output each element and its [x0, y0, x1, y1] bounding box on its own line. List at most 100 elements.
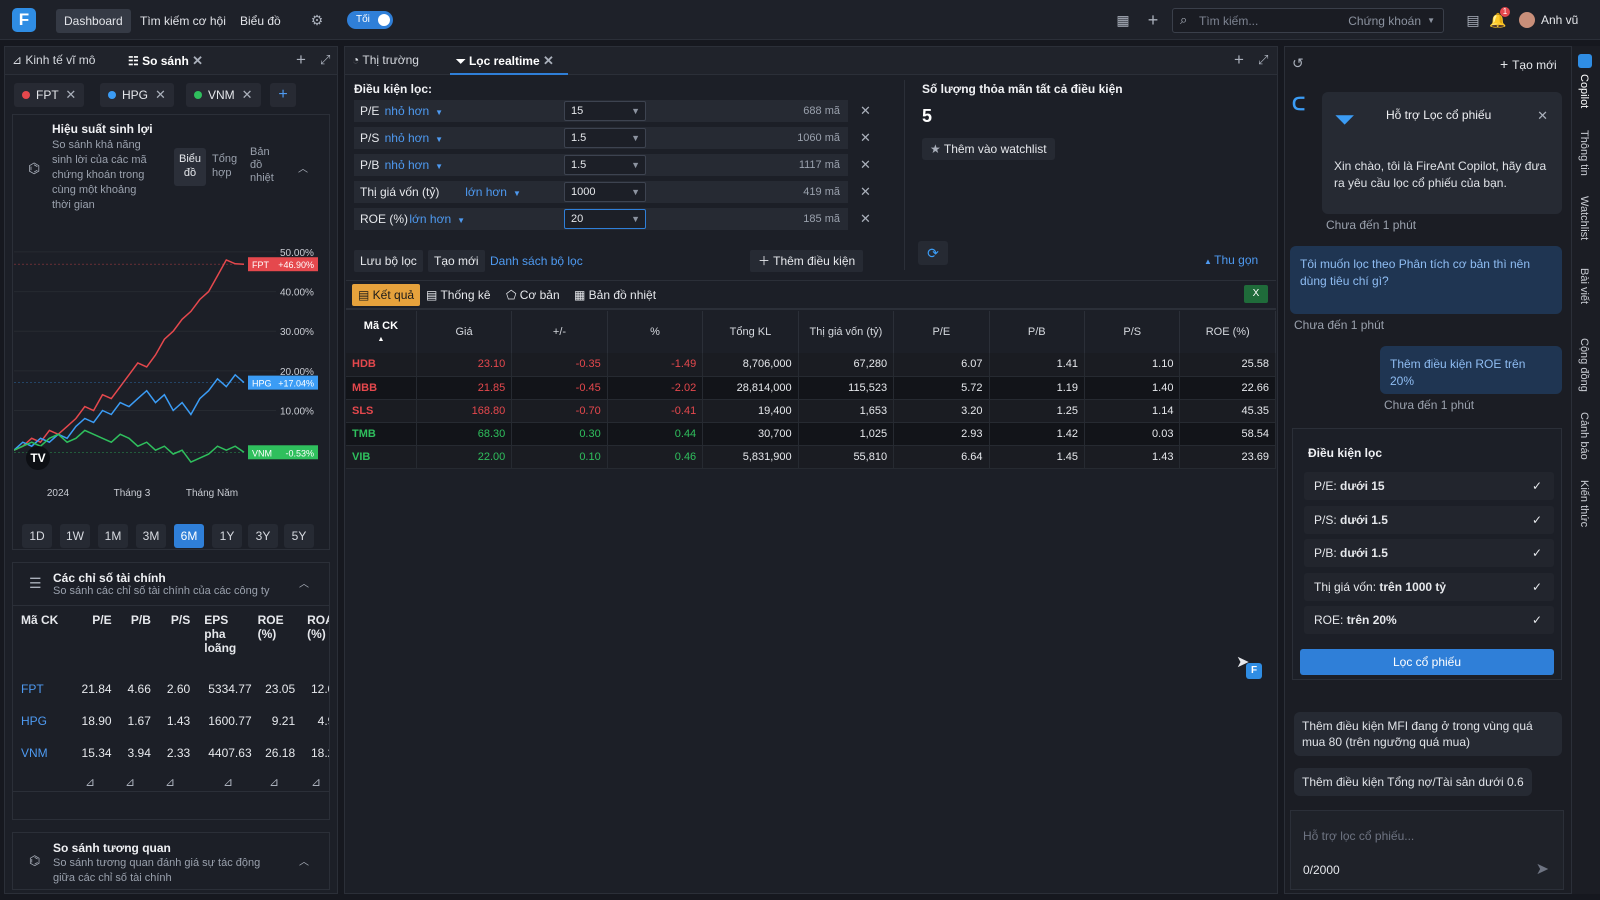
add-tab-icon[interactable]: + [296, 50, 306, 70]
col-header[interactable]: P/E [893, 311, 990, 353]
timeframe-6m[interactable]: 6M [174, 524, 204, 548]
new-chat-button[interactable]: + Tạo mới [1500, 56, 1557, 72]
col-header[interactable]: Tổng KL [702, 311, 799, 353]
view-heatmap-button[interactable]: Bản đồ nhiệt [250, 146, 280, 185]
chevron-up-icon[interactable]: ︿ [298, 160, 308, 175]
view-summary-button[interactable]: Tổng hợp [212, 152, 242, 180]
col-header[interactable]: P/S [1084, 311, 1181, 353]
remove-condition-icon[interactable]: ✕ [860, 211, 871, 227]
filter-stocks-button[interactable]: Lọc cổ phiếu [1300, 649, 1554, 675]
refresh-icon[interactable]: ⟳ [918, 241, 948, 265]
mini-chart-icon[interactable]: ⊿ [269, 775, 279, 789]
copilot-side-icon[interactable] [1578, 54, 1592, 68]
condition-operator[interactable]: nhỏ hơn ▼ [385, 158, 444, 172]
symbol-chip-fpt[interactable]: FPT ✕ [14, 83, 85, 107]
close-icon[interactable]: ✕ [151, 87, 166, 102]
table-row[interactable]: HDB 23.10 -0.35 -1.49 8,706,000 67,280 6.07 1.4… [346, 353, 1276, 377]
symbol-cell[interactable]: TMB [346, 422, 417, 446]
timeframe-1w[interactable]: 1W [60, 524, 90, 548]
close-icon[interactable]: ✕ [543, 53, 554, 68]
timeframe-3m[interactable]: 3M [136, 524, 166, 548]
mini-chart-icon[interactable]: ⊿ [125, 775, 135, 789]
export-excel-icon[interactable]: X [1244, 285, 1268, 303]
tab-realtime-filter[interactable]: ⏷ Lọc realtime ✕ [456, 53, 554, 69]
gear-icon[interactable]: ⚙ [304, 7, 330, 33]
condition-value-input[interactable]: 1000 ▼ [564, 182, 646, 202]
view-chart-button[interactable]: Biểu đồ [174, 148, 206, 186]
side-tab-alerts[interactable]: Cảnh báo [1578, 412, 1590, 460]
table-row[interactable]: TMB 68.30 0.30 0.44 30,700 1,025 2.93 1.42 0.03 5… [346, 422, 1276, 446]
condition-value-input[interactable]: 1.5 ▼ [564, 155, 646, 175]
close-icon[interactable]: ✕ [238, 87, 253, 102]
side-tab-articles[interactable]: Bài viết [1578, 268, 1590, 304]
add-condition-button[interactable]: ＋ Thêm điều kiện [750, 250, 864, 272]
col-header[interactable]: +/- [511, 311, 608, 353]
tab-market[interactable]: ◔ Thị trường [352, 53, 419, 67]
tab-compare[interactable]: ☷ So sánh ✕ [128, 53, 203, 69]
add-tab-icon[interactable]: + [1234, 50, 1244, 70]
close-icon[interactable]: ✕ [192, 53, 203, 68]
grid-layout-icon[interactable]: ▦ [1110, 7, 1136, 33]
add-watchlist-button[interactable]: ★ Thêm vào watchlist [922, 138, 1055, 160]
condition-operator[interactable]: lớn hơn ▼ [409, 212, 465, 226]
side-tab-knowledge[interactable]: Kiến thức [1578, 480, 1590, 527]
chat-input-box[interactable]: Hỗ trợ lọc cổ phiếu... 0/2000 ➤ [1290, 810, 1564, 890]
symbol-chip-hpg[interactable]: HPG ✕ [100, 83, 174, 107]
col-header[interactable]: Thị giá vốn (tỷ) [798, 311, 895, 353]
symbol-cell[interactable]: VIB [346, 445, 417, 469]
condition-operator[interactable]: nhỏ hơn ▼ [385, 131, 444, 145]
condition-operator[interactable]: nhỏ hơn ▼ [385, 104, 444, 118]
remove-condition-icon[interactable]: ✕ [860, 184, 871, 200]
add-symbol-button[interactable]: + [270, 83, 296, 107]
chevron-up-icon[interactable]: ︿ [299, 853, 309, 868]
expand-icon[interactable]: ⤢ [1258, 52, 1268, 68]
symbol-cell[interactable]: VNM [21, 737, 68, 769]
side-tab-community[interactable]: Cộng đồng [1578, 338, 1590, 392]
suggestion-chip[interactable]: Thêm điều kiện Tổng nợ/Tài sản dưới 0.6 [1294, 768, 1532, 796]
suggestion-chip[interactable]: Thêm điều kiện MFI đang ở trong vùng quá… [1294, 712, 1562, 756]
col-header[interactable]: Mã CK ▲ [346, 311, 417, 353]
timeframe-1m[interactable]: 1M [98, 524, 128, 548]
tab-fundamentals[interactable]: ⬠ Cơ bản [506, 288, 560, 302]
condition-value-input[interactable]: 15 ▼ [564, 101, 646, 121]
mini-chart-icon[interactable]: ⊿ [85, 775, 95, 789]
remove-condition-icon[interactable]: ✕ [860, 103, 871, 119]
mini-chart-icon[interactable]: ⊿ [223, 775, 233, 789]
side-tab-copilot[interactable]: Copilot [1578, 74, 1590, 108]
condition-value-input[interactable]: 1.5 ▼ [564, 128, 646, 148]
symbol-cell[interactable]: MBB [346, 376, 417, 400]
mini-chart-icon[interactable]: ⊿ [165, 775, 175, 789]
save-filter-button[interactable]: Lưu bộ lọc [354, 250, 423, 272]
mini-chart-icon[interactable]: ⊿ [311, 775, 321, 789]
close-icon[interactable]: ✕ [62, 87, 76, 102]
col-header[interactable]: Giá [416, 311, 513, 353]
collapse-button[interactable]: ▲ Thu gọn [1204, 253, 1258, 267]
close-icon[interactable]: ✕ [1537, 108, 1548, 124]
nav-charts[interactable]: Biểu đồ [232, 9, 289, 33]
symbol-chip-vnm[interactable]: VNM ✕ [186, 83, 261, 107]
timeframe-3y[interactable]: 3Y [248, 524, 278, 548]
fireant-logo[interactable]: F [12, 8, 36, 32]
add-icon[interactable]: + [1140, 7, 1166, 33]
remove-condition-icon[interactable]: ✕ [860, 130, 871, 146]
search-scope-select[interactable]: Chứng khoán [1348, 14, 1421, 28]
nav-dashboard[interactable]: Dashboard [56, 9, 131, 33]
new-filter-button[interactable]: Tạo mới [428, 250, 485, 272]
symbol-cell[interactable]: FPT [21, 673, 68, 705]
history-icon[interactable]: ↺ [1292, 55, 1304, 72]
remove-condition-icon[interactable]: ✕ [860, 157, 871, 173]
tab-statistics[interactable]: ▤ Thống kê [426, 288, 491, 302]
timeframe-5y[interactable]: 5Y [284, 524, 314, 548]
col-header[interactable]: % [607, 311, 704, 353]
table-row[interactable]: FPT 21.84 4.66 2.60 5334.77 23.05 12.02 [21, 673, 329, 705]
chevron-up-icon[interactable]: ︿ [299, 575, 309, 590]
condition-value-input[interactable]: 20 ▼ [564, 209, 646, 229]
tab-heatmap[interactable]: ▦ Bản đồ nhiệt [574, 288, 656, 302]
symbol-cell[interactable]: SLS [346, 399, 417, 423]
side-tab-watchlist[interactable]: Watchlist [1578, 196, 1590, 240]
tab-macro[interactable]: ⊿ Kinh tế vĩ mô [12, 53, 95, 67]
side-tab-info[interactable]: Thông tin [1578, 130, 1590, 176]
search-input[interactable]: ⌕ Tìm kiếm... Chứng khoán ▼ [1172, 8, 1444, 33]
expand-icon[interactable]: ⤢ [320, 52, 330, 68]
user-name[interactable]: Anh vũ [1541, 13, 1578, 27]
